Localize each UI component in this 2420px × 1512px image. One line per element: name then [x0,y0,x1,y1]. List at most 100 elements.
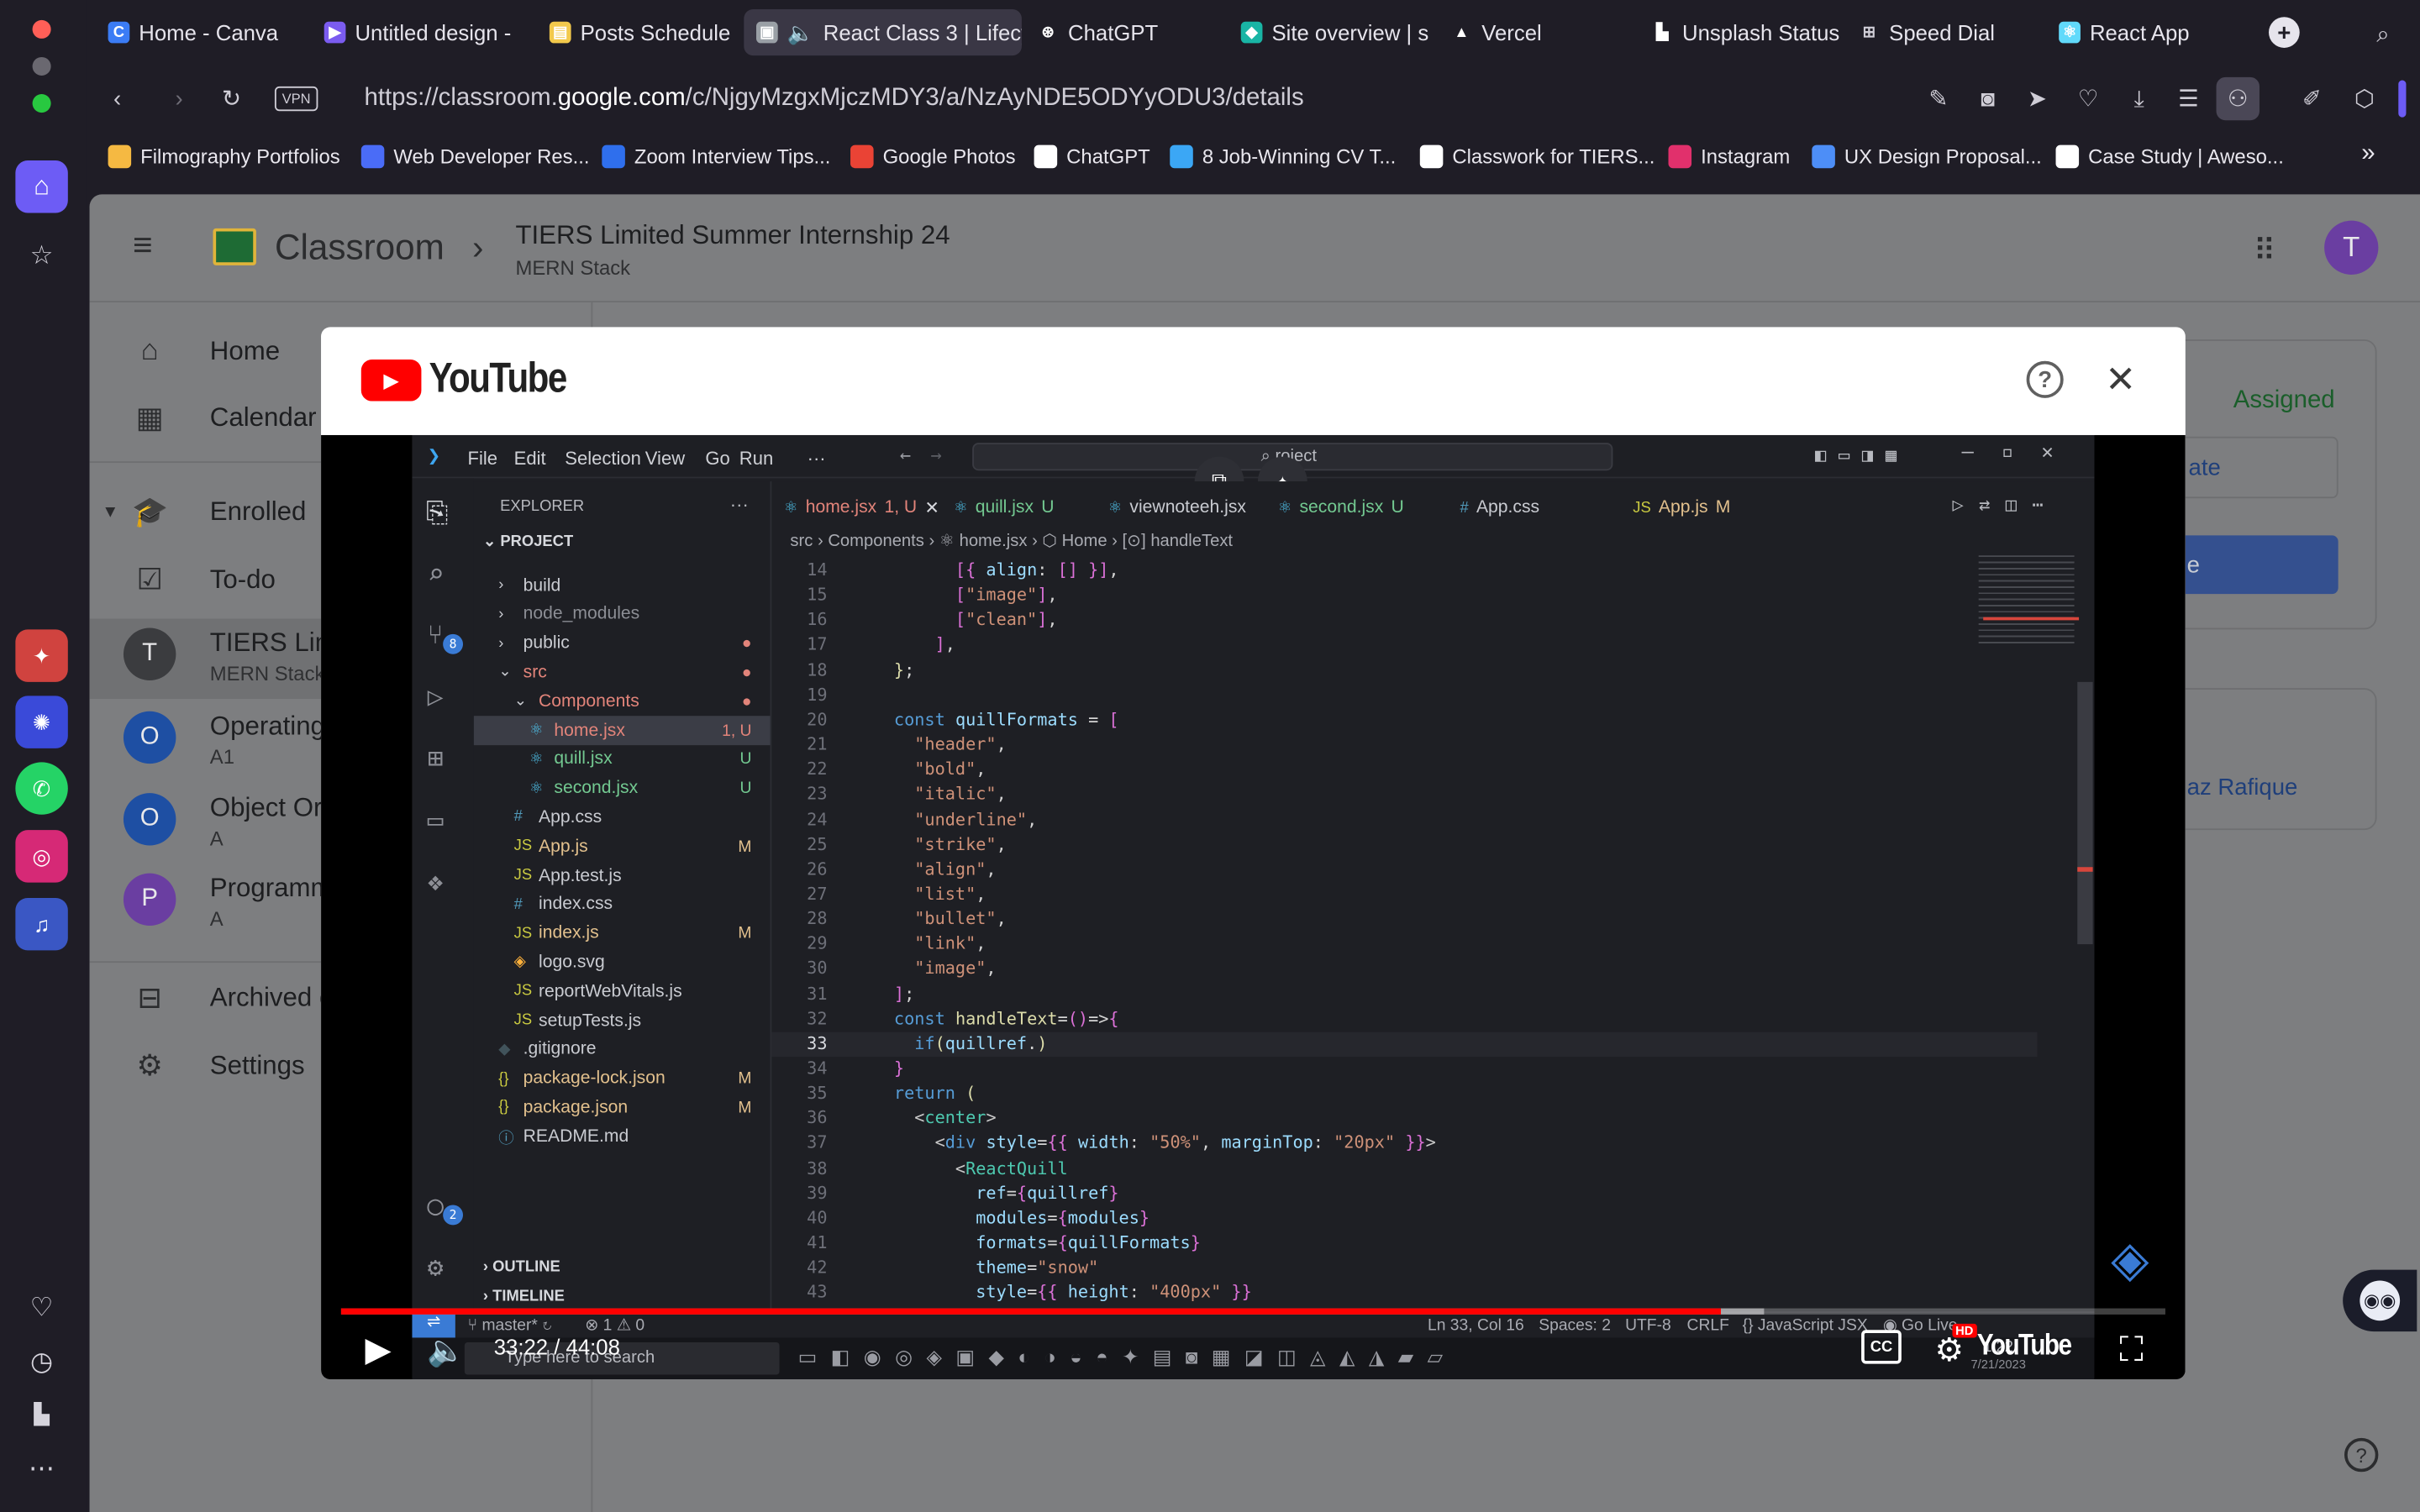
source-control-icon[interactable]: ⑂ 8 [428,620,464,654]
assistant-bubble[interactable]: ◉◉ [2343,1269,2417,1332]
close-tab-icon[interactable]: ✕ [924,496,939,518]
scrollbar-thumb[interactable] [2077,681,2093,945]
video-player[interactable]: ❯ ← → ⌕ roject ◧▭◨▦ –▫✕ File Edit Selectio… [321,434,2186,1380]
file-tree-item[interactable]: {} package.json M [474,1093,771,1122]
file-tree-item[interactable]: # App.css [474,803,771,832]
window-zoom-dot[interactable] [32,94,51,113]
run-debug-icon[interactable]: ▷ [428,682,444,713]
file-tree-item[interactable]: JS App.test.js [474,861,771,890]
tab-unsplash-status[interactable]: ▙ Unsplash Status [1639,9,1846,55]
figma-icon[interactable]: ❖ [428,867,444,898]
forward-icon[interactable]: › [164,83,195,114]
heart-icon[interactable]: ♡ [2073,83,2104,114]
taskbar-apps[interactable]: ▭◧◉◎◈▣◆◐◑◒◓✦▤◙▦◪◫◬◭◮▰▱ [798,1346,1457,1370]
encoding[interactable]: UTF-8 [1625,1316,1671,1335]
reload-icon[interactable]: ↻ [216,83,247,114]
close-button[interactable]: ✕ [2105,358,2136,402]
extensions-icon[interactable]: ⊞ [428,743,444,774]
remote-explorer-icon[interactable]: ▭ [428,806,444,837]
menu-item[interactable]: Selection [565,448,641,470]
file-tree-item[interactable]: ⌄ src ● [474,658,771,687]
file-tree-item[interactable]: JS setupTests.js [474,1006,771,1036]
file-tree-item[interactable]: ◆ .gitignore [474,1035,771,1064]
help-icon[interactable]: ? [2026,360,2064,398]
editor-tab[interactable]: JS App.js M [1633,491,1730,524]
progress-track[interactable] [340,1308,2165,1315]
apps-grid-icon[interactable]: ⠿ [2254,232,2276,270]
extensions-icon[interactable]: ▙ [15,1389,67,1441]
file-tree-item[interactable]: ◈ logo.svg [474,948,771,977]
instagram-icon[interactable]: ◎ [15,830,68,883]
teacher-name[interactable]: az Rafique [2187,774,2298,801]
download-icon[interactable]: ⤓ [2123,83,2154,114]
classroom-logo[interactable] [213,228,256,265]
cursor-position[interactable]: Ln 33, Col 16 [1428,1316,1524,1335]
bookmark-item[interactable]: Instagram [1668,144,1790,169]
tab-speed-dial[interactable]: ⊞ Speed Dial [1846,9,2040,55]
menu-item[interactable]: View [645,448,685,470]
window-close-dot[interactable] [32,19,51,39]
editor-tab[interactable]: ⚛ viewnoteeh.jsx [1108,491,1246,524]
course-title[interactable]: TIERS Limited Summer Internship 24 [515,221,950,252]
more-icon[interactable]: ⋯ [15,1442,67,1494]
star-icon[interactable]: ☆ [15,230,67,282]
file-tree-item[interactable]: ⚛ home.jsx 1, U [473,716,771,746]
brand-title[interactable]: Classroom [275,227,445,269]
menu-item[interactable]: Run [739,448,773,470]
profile-icon[interactable]: ⚇ [2216,76,2260,121]
tab-site-overview[interactable]: ◆ Site overview | s [1228,9,1432,55]
file-tree-item[interactable]: {} package-lock.json M [474,1064,771,1094]
history-icon[interactable]: ◷ [15,1336,67,1389]
tab-react-class[interactable]: ▣ 🔈 React Class 3 | Lifecy [744,9,1022,56]
project-header[interactable]: ⌄ PROJECT [483,534,573,551]
window-minimize-dot[interactable] [32,56,51,76]
bookmark-item[interactable]: UX Design Proposal... [1812,144,2042,169]
search-icon[interactable]: ⌕ [2368,18,2399,50]
search-icon[interactable]: ⌕ [428,559,445,591]
sidebar-handle[interactable] [2398,80,2407,118]
minimap[interactable] [1978,555,2075,648]
help-button[interactable]: ? [2344,1437,2379,1473]
indent-setting[interactable]: Spaces: 2 [1539,1316,1611,1335]
layers-icon[interactable]: ◈ [2099,1228,2160,1289]
editor-tab[interactable]: ⚛ second.jsx U [1278,491,1404,524]
branch-indicator[interactable]: ⑂ master* ↻ [468,1316,552,1335]
file-tree-item[interactable]: ⌄ Components ● [474,687,771,717]
tab-untitled-design[interactable]: ▶ Untitled design - [312,9,524,55]
bookmark-item[interactable]: Web Developer Res... [360,144,590,169]
aria-icon[interactable]: ✦ [15,629,68,682]
new-tab-button[interactable]: + [2269,17,2300,48]
camera-icon[interactable]: ◙ [1972,83,2003,114]
bookmark-item[interactable]: Google Photos [850,144,1016,169]
file-tree-item[interactable]: › public ● [474,629,771,659]
bookmark-item[interactable]: Classwork for TIERS... [1419,144,1655,169]
bookmark-item[interactable]: 8 Job-Winning CV T... [1170,144,1396,169]
menu-item[interactable]: Go [705,448,729,470]
url-field[interactable]: https://classroom. google.com/c/NjgyMzgxM… [364,76,2296,122]
file-tree-item[interactable]: › build [474,571,771,601]
settings-sliders-icon[interactable]: ☰ [2173,83,2204,114]
editor-tab[interactable]: ⚛ quill.jsx U [954,491,1054,524]
file-tree-item[interactable]: JS reportWebVitals.js [474,977,771,1006]
tab-vercel[interactable]: ▲ Vercel [1439,9,1636,55]
back-icon[interactable]: ‹ [102,83,133,114]
volume-button[interactable]: 🔈 [423,1327,469,1373]
problems-indicator[interactable]: ⊗ 1 ⚠ 0 [585,1316,644,1335]
bookmark-item[interactable]: ChatGPT [1034,144,1150,169]
timeline-header[interactable]: › TIMELINE [483,1289,565,1305]
file-tree-item[interactable]: ⓘ README.md [474,1122,771,1152]
editor-tab[interactable]: ⚛ home.jsx 1, U ✕ [784,491,939,524]
language-mode[interactable]: {} JavaScript JSX [1743,1316,1868,1335]
line-ending[interactable]: CRLF [1687,1316,1729,1335]
send-icon[interactable]: ➤ [2022,83,2053,114]
home-icon[interactable]: ⌂ [15,160,68,213]
bookmark-item[interactable]: Case Study | Aweso... [2055,144,2284,169]
tab-posts-schedule[interactable]: ▤ Posts Schedule [537,9,738,55]
tab-canva[interactable]: C Home - Canva [96,9,308,55]
bookmark-item[interactable]: Zoom Interview Tips... [602,144,830,169]
file-tree-item[interactable]: JS App.js M [474,832,771,861]
more-icon[interactable]: ··· [730,494,749,516]
fullscreen-icon[interactable]: ⛶ [2108,1327,2154,1373]
menu-icon[interactable]: ≡ [133,228,166,261]
editor-tab[interactable]: # App.css [1460,491,1540,524]
